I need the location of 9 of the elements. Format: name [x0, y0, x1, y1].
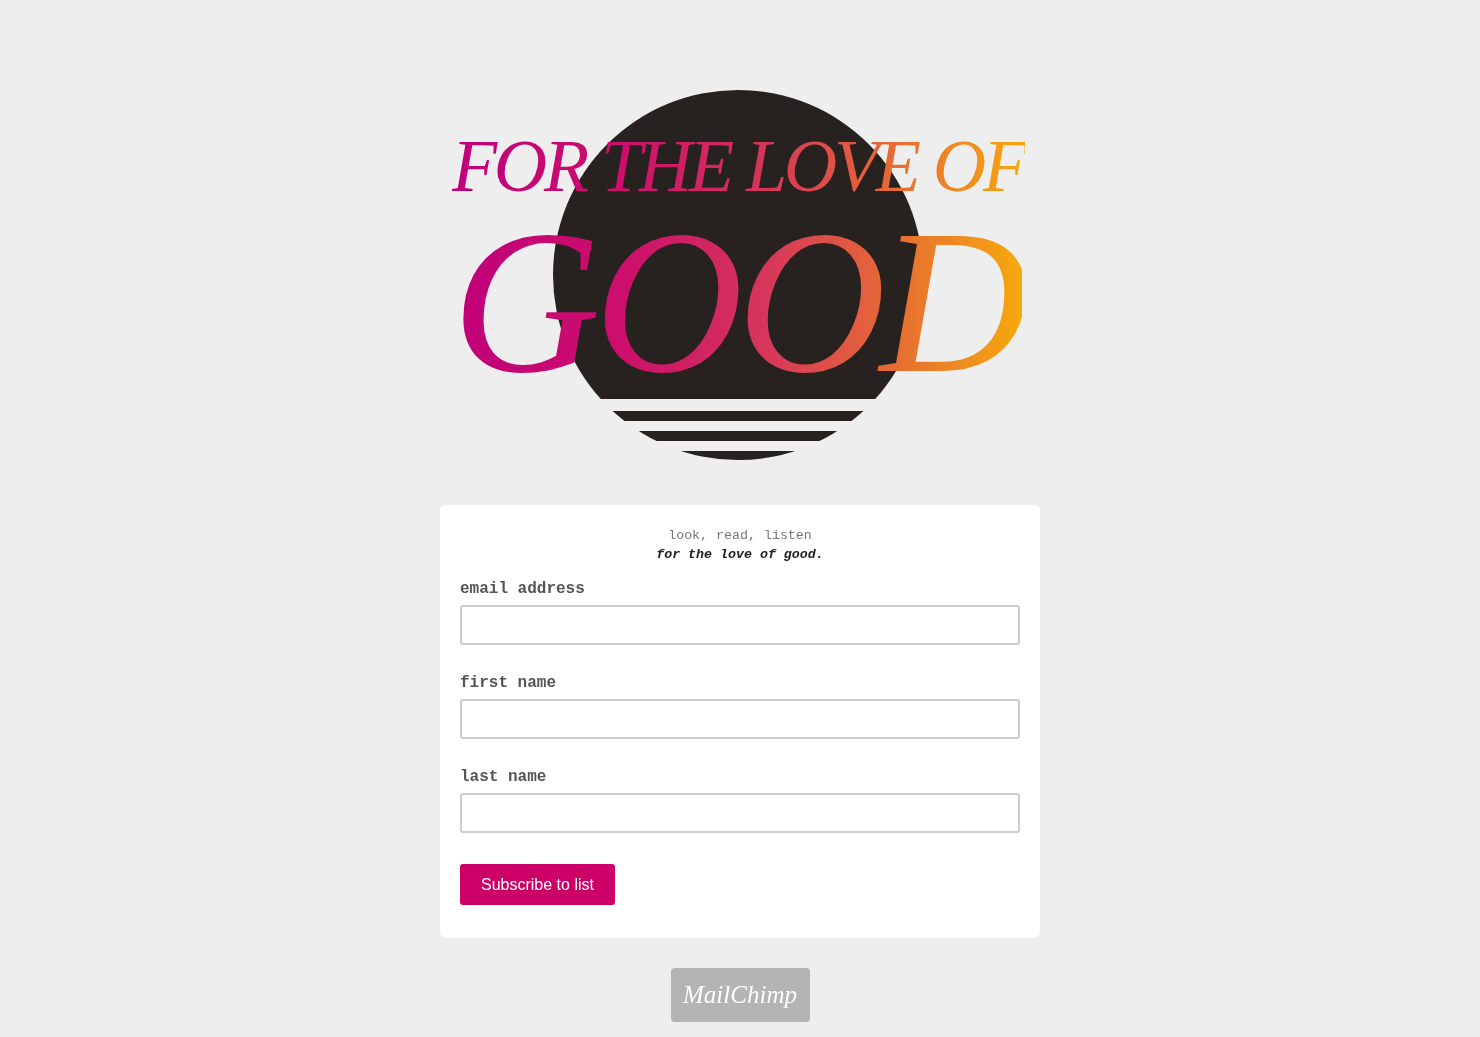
intro-text: look, read, listen	[667, 527, 813, 545]
field-label: first name	[460, 673, 557, 693]
subscribe-button[interactable]: Subscribe to list	[460, 864, 615, 905]
text-input-field[interactable]	[460, 699, 1020, 739]
text-input-field[interactable]	[460, 793, 1020, 833]
field-label: email address	[460, 579, 586, 599]
subtitle-text: for the love of good.	[655, 546, 825, 564]
field-label: last name	[460, 767, 548, 787]
text-input-field[interactable]	[460, 605, 1020, 645]
